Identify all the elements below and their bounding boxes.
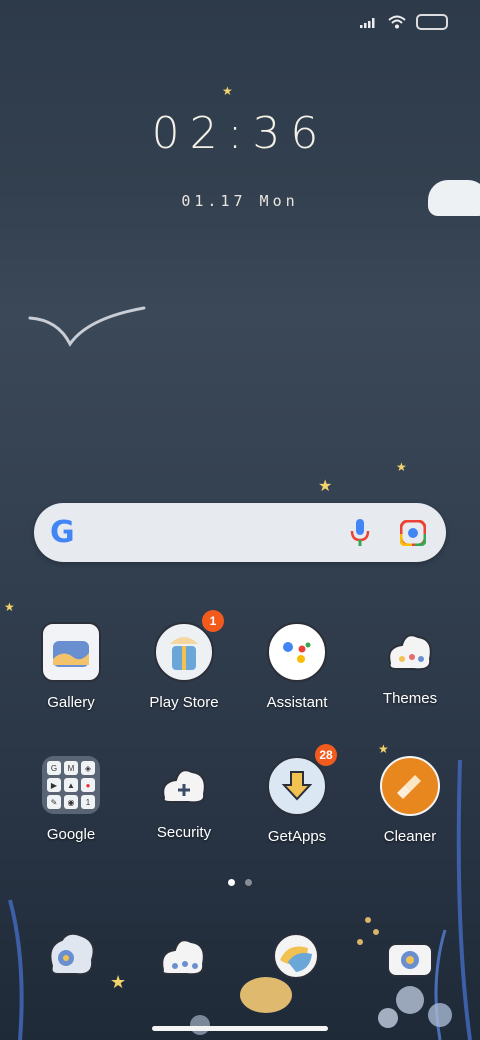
app-label: Assistant [266,694,328,711]
dock-browser[interactable] [266,922,326,982]
google-logo-icon: G [50,515,75,550]
notification-badge: 1 [202,610,224,632]
lens-icon[interactable] [400,520,426,546]
signal-icon [360,18,375,28]
phone-icon [49,932,95,976]
app-themes[interactable]: Themes [355,622,465,707]
app-label: Gallery [47,694,95,711]
camera-icon [387,943,433,977]
plants-decoration [8,760,472,1040]
play-store-icon: 1 [154,610,224,682]
wifi-icon [388,15,406,29]
assistant-icon [267,622,327,682]
app-play-store[interactable]: 1 Play Store [129,610,239,711]
star-decoration: ★ [222,84,233,98]
clock-time[interactable]: 02:36 [0,108,480,159]
clock-date[interactable]: 01.17 Mon [0,192,480,210]
google-search-bar[interactable]: G [34,503,446,562]
dock-messages[interactable] [155,928,215,984]
star-decoration: ★ [4,600,15,614]
home-gesture-bar[interactable] [152,1026,328,1031]
app-label: Play Store [149,694,219,711]
star-decoration: ★ [318,478,333,495]
themes-icon [382,622,438,678]
gallery-icon [41,622,101,682]
mic-icon[interactable] [350,519,370,547]
dock-camera[interactable] [380,928,440,984]
bird-decoration [28,306,146,347]
battery-icon [416,14,448,30]
app-label: Themes [382,690,438,707]
app-gallery[interactable]: Gallery [16,622,126,711]
dock-phone[interactable] [42,926,102,986]
app-assistant[interactable]: Assistant [242,622,352,711]
messages-icon [161,939,205,976]
star-decoration: ★ [396,460,407,474]
status-bar [360,14,448,30]
browser-icon [273,933,319,979]
star-decoration: ★ [378,742,389,756]
